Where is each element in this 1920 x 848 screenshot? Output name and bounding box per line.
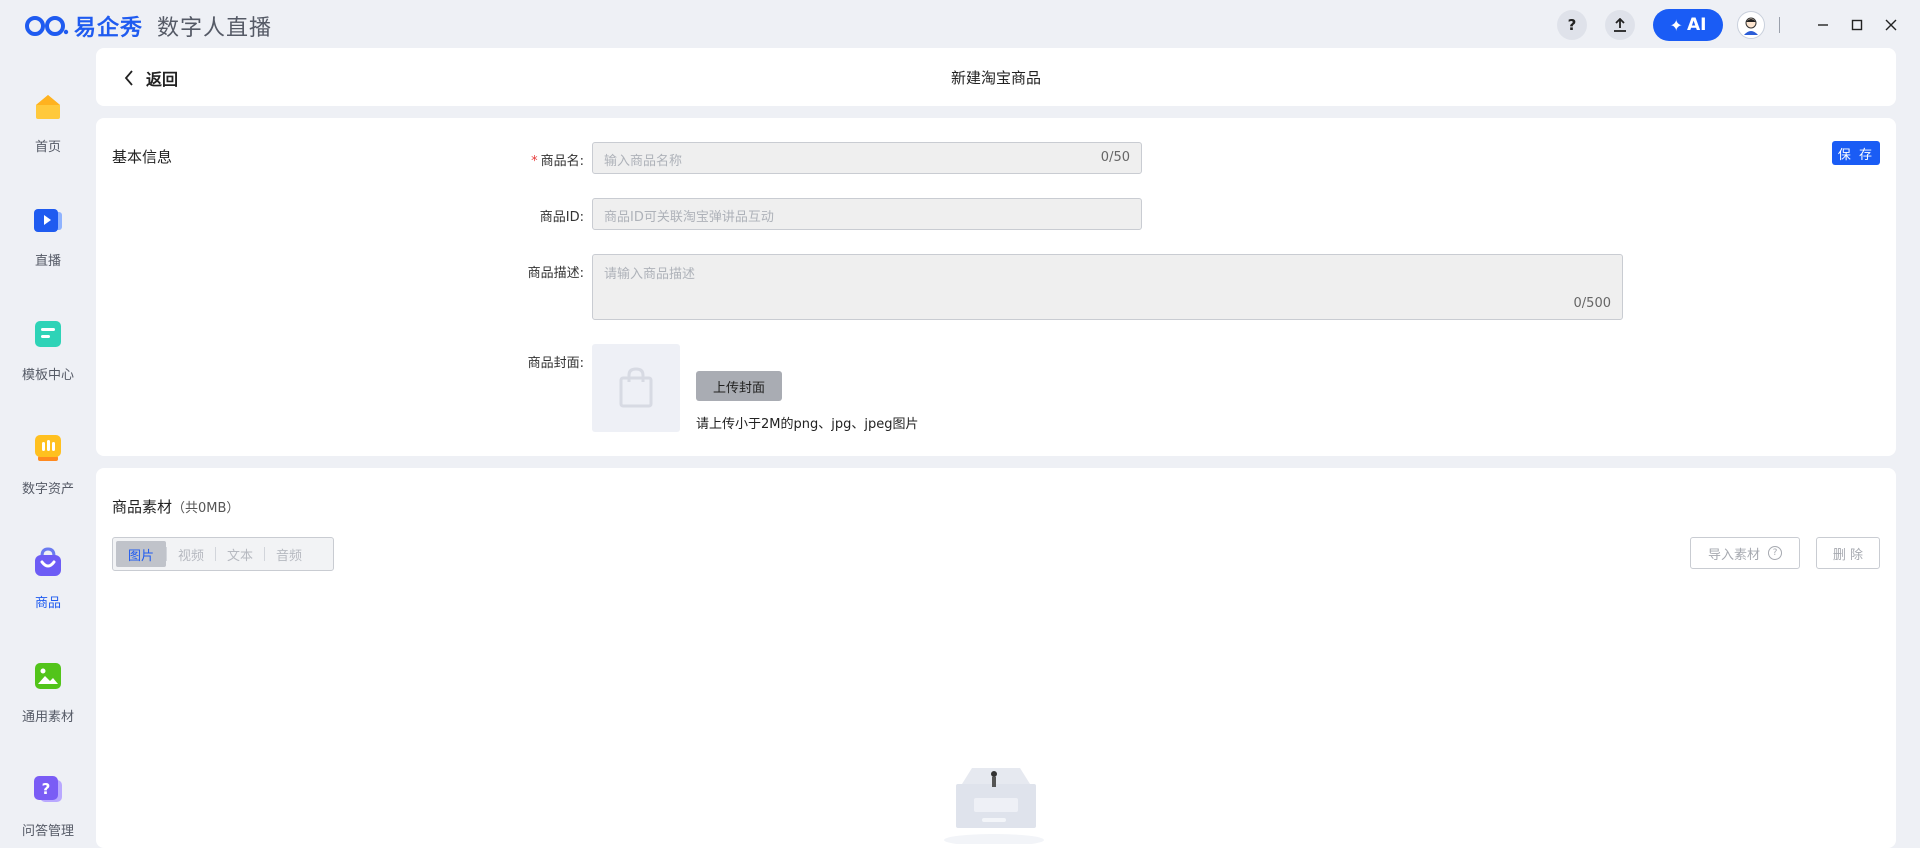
ai-button[interactable]: ✦ AI: [1653, 9, 1723, 41]
tab-video[interactable]: 视频: [167, 541, 215, 567]
sidebar-item-digital-asset[interactable]: 数字资产: [0, 412, 96, 502]
product-name-label-text: 商品名:: [540, 154, 584, 169]
qa-icon: ?: [34, 776, 62, 802]
title-bar: 易企秀 数字人直播 ? ✦ AI: [0, 0, 1920, 48]
product-desc-placeholder: 请输入商品描述: [604, 267, 696, 282]
product-id-label: 商品ID:: [539, 210, 584, 225]
product-bag-icon: [35, 547, 61, 576]
sidebar-item-home[interactable]: 首页: [0, 70, 96, 160]
material-size: （共0MB）: [172, 501, 240, 516]
product-name-label: * 商品名:: [464, 150, 584, 169]
upload-arrow-icon: [1614, 18, 1626, 32]
close-icon: [1885, 19, 1897, 31]
product-name-input[interactable]: 输入商品名称 0/50: [592, 142, 1142, 174]
maximize-icon: [1851, 19, 1863, 31]
required-mark: *: [531, 154, 538, 169]
titlebar-divider: [1779, 17, 1780, 33]
material-title-text: 商品素材: [112, 498, 173, 516]
material-type-tabs: 图片 视频 文本 音频: [112, 537, 334, 571]
svg-text:?: ?: [42, 780, 51, 798]
live-icon: [34, 209, 62, 232]
page-title: 新建淘宝商品: [950, 69, 1041, 87]
import-material-label: 导入素材: [1707, 547, 1760, 563]
sidebar-item-material[interactable]: 通用素材: [0, 640, 96, 730]
product-desc-label: 商品描述:: [527, 266, 584, 281]
maximize-button[interactable]: [1848, 16, 1866, 34]
sidebar-item-label: 数字资产: [21, 482, 74, 497]
titlebar-actions: ? ✦ AI: [1557, 9, 1900, 41]
tab-audio[interactable]: 音频: [265, 541, 313, 567]
cover-preview[interactable]: [592, 344, 680, 432]
sidebar-item-label: 通用素材: [21, 710, 74, 725]
empty-state-illustration: [942, 744, 1052, 848]
sidebar-item-live[interactable]: 直播: [0, 184, 96, 274]
close-button[interactable]: [1882, 16, 1900, 34]
section-title: 基本信息: [112, 148, 173, 166]
sidebar-item-label: 直播: [34, 254, 61, 269]
tab-text[interactable]: 文本: [216, 541, 264, 567]
material-icon: [35, 663, 61, 689]
save-button[interactable]: 保 存: [1832, 141, 1880, 165]
sidebar-item-label: 商品: [34, 596, 61, 611]
product-cover-label: 商品封面:: [527, 356, 584, 371]
product-name-placeholder: 输入商品名称: [604, 154, 683, 169]
product-id-placeholder: 商品ID可关联淘宝弹讲品互动: [604, 210, 774, 225]
brand-logo-icon: [24, 15, 70, 37]
product-desc-textarea[interactable]: 请输入商品描述 0/500: [592, 254, 1623, 320]
sparkle-icon: ✦: [1669, 15, 1683, 35]
avatar[interactable]: [1737, 11, 1765, 39]
product-material-card: 商品素材（共0MB） 图片 视频 文本 音频 导入素材 ? 删 除: [96, 468, 1896, 848]
digital-asset-icon: [35, 435, 61, 461]
sidebar-item-label: 模板中心: [21, 368, 74, 383]
sidebar-item-template[interactable]: 模板中心: [0, 298, 96, 388]
upload-button[interactable]: [1605, 10, 1635, 40]
empty-box-icon: [944, 768, 1044, 846]
material-title: 商品素材（共0MB）: [112, 496, 239, 517]
user-avatar-icon: [1744, 17, 1758, 35]
import-material-button[interactable]: 导入素材 ?: [1690, 537, 1800, 569]
app-name: 数字人直播: [157, 16, 273, 41]
product-id-input[interactable]: 商品ID可关联淘宝弹讲品互动: [592, 198, 1142, 230]
basic-info-card: 基本信息 保 存 * 商品名: 输入商品名称 0/50 商品ID: 商品ID可关联…: [96, 118, 1896, 456]
home-icon: [36, 95, 60, 119]
delete-button[interactable]: 删 除: [1816, 537, 1880, 569]
help-circle-icon[interactable]: ?: [1768, 546, 1782, 560]
ai-label: AI: [1686, 15, 1707, 35]
shopping-bag-placeholder-icon: [619, 367, 653, 408]
upload-hint: 请上传小于2M的png、jpg、jpeg图片: [696, 417, 919, 432]
page-header: 返回 新建淘宝商品: [96, 48, 1896, 106]
product-desc-count: 0/500: [1573, 296, 1611, 311]
sidebar-item-label: 问答管理: [21, 824, 74, 839]
sidebar-item-product[interactable]: 商品: [0, 526, 96, 616]
minimize-icon: [1818, 24, 1828, 26]
help-button[interactable]: ?: [1557, 10, 1587, 40]
product-name-count: 0/50: [1100, 150, 1130, 165]
upload-cover-button[interactable]: 上传封面: [696, 371, 782, 401]
template-icon: [35, 321, 61, 347]
tab-image[interactable]: 图片: [116, 541, 166, 567]
sidebar-item-label: 首页: [34, 140, 61, 155]
brand: 易企秀 数字人直播: [24, 10, 272, 42]
sidebar-item-qa[interactable]: ? 问答管理: [0, 754, 96, 844]
minimize-button[interactable]: [1814, 16, 1832, 34]
brand-name: 易企秀: [74, 16, 144, 41]
